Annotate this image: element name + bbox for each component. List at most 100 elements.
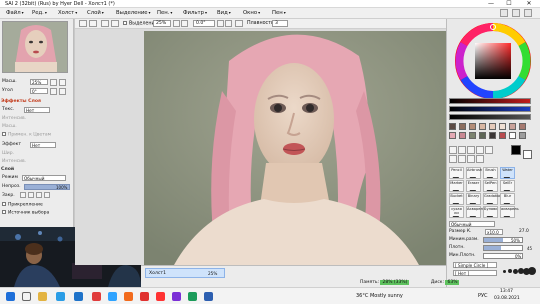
brush-tool-2-3[interactable]: Blur [500,193,515,205]
gear-icon[interactable] [476,155,484,163]
zoom-select[interactable]: 25% [153,20,171,27]
brush-tool-0-2[interactable]: Brush [483,167,498,179]
file-explorer-icon[interactable] [38,292,47,301]
palette-swatch[interactable] [519,132,526,139]
brush-tool-3-1[interactable]: Акварель [466,206,485,218]
navigator-thumbnail[interactable] [2,21,68,73]
rotate-left-button[interactable] [50,88,57,95]
brush-tool-1-0[interactable]: Marker [449,180,464,192]
rotate-ccw-icon[interactable] [217,20,224,27]
stabilizer-select[interactable]: 3 [272,20,288,27]
selection-source-checkbox[interactable] [2,210,6,214]
palette-swatch[interactable] [479,123,486,130]
maximize-button[interactable]: ☐ [502,0,516,8]
zoom-in-button[interactable] [59,79,66,86]
lock-move-icon[interactable] [36,192,42,198]
brush-size-preset[interactable] [503,269,506,273]
blend-mode-select[interactable]: Обычный [22,175,66,181]
nav-scale-field[interactable]: 25% [30,79,48,85]
angle-field[interactable]: 0.0° [193,20,215,27]
magic-wand-icon[interactable] [467,146,475,154]
palette-swatch[interactable] [459,132,466,139]
menu-pen[interactable]: Пен.▾ [157,10,172,16]
apply-colors-row[interactable]: Примен. к Цветам [2,132,51,139]
language-indicator[interactable]: РУС [478,293,488,299]
app-icon[interactable] [172,292,181,301]
lasso-tool-icon[interactable] [458,146,466,154]
nav-angle-field[interactable]: 0° [30,88,48,94]
palette-swatch[interactable] [469,132,476,139]
search-icon[interactable] [22,292,31,301]
rotate-right-button[interactable] [59,88,66,95]
brush-tool-2-0[interactable]: Bucket [449,193,464,205]
tool-blend-mode-select[interactable]: Обычный [449,221,495,227]
opera-icon[interactable] [92,292,101,301]
slider-r[interactable] [449,98,531,104]
brush-size-mult[interactable]: x10.0 [485,229,503,235]
store-icon[interactable] [74,292,83,301]
density-slider[interactable] [483,245,523,251]
palette-swatch[interactable] [509,123,516,130]
brush-tool-3-2[interactable]: Булавк [483,206,498,218]
layer-row[interactable]: Холст1 25% [145,268,225,278]
palette-swatch[interactable] [479,132,486,139]
select-tool-icon[interactable] [449,146,457,154]
lock-transparency-icon[interactable] [20,192,26,198]
brush-tool-0-3[interactable]: Water [500,167,515,179]
rotate-tool-icon[interactable] [458,155,466,163]
menu-canvas[interactable]: Холст▾ [58,10,77,16]
brush-tool-0-0[interactable]: Pencil [449,167,464,179]
menu-edit[interactable]: Ред.▾ [32,10,47,16]
yandex-icon[interactable] [156,292,165,301]
zoom-plus-icon[interactable] [181,20,188,27]
invert-selection-icon[interactable] [111,20,119,27]
opera-gx-icon[interactable] [140,292,149,301]
selection-source-row[interactable]: Источник выбора [2,210,49,217]
brush-tool-3-3[interactable]: акварель [500,206,519,218]
slider-b[interactable] [449,114,531,120]
hand-tool-icon[interactable] [467,155,475,163]
zoom-tool-icon[interactable] [449,155,457,163]
slider-g[interactable] [449,106,531,112]
menu-selection[interactable]: Выделение▾ [116,10,151,16]
palette-swatch[interactable] [519,123,526,130]
deselect-icon[interactable] [101,20,109,27]
show-selection-checkbox[interactable] [123,21,127,25]
menu-file[interactable]: Файл▾ [6,10,24,16]
brush-tool-1-3[interactable]: SelEr [500,180,515,192]
browser-icon[interactable] [124,292,133,301]
brush-texture-select[interactable]: [ Нет ] [453,270,497,276]
brush-tool-1-2[interactable]: SelPen [483,180,498,192]
palette-swatch[interactable] [449,123,456,130]
effect-select[interactable]: Нет [30,142,56,148]
layout-icon[interactable] [500,9,508,17]
color-wheel[interactable] [455,23,531,99]
brush-tool-1-1[interactable]: Eraser [466,180,481,192]
clipping-row[interactable]: Прикрепление [2,202,43,209]
rotate-cw-icon[interactable] [225,20,232,27]
start-icon[interactable] [6,292,15,301]
minimize-button[interactable]: — [484,0,498,8]
close-button[interactable]: ✕ [522,0,536,8]
clock-date[interactable]: 03.08.2021 [494,296,520,301]
texture-select[interactable]: Нет [24,107,50,113]
menu-layer[interactable]: Слой▾ [87,10,104,16]
panel-icon[interactable] [512,9,520,17]
sai-icon[interactable] [188,292,197,301]
apply-colors-checkbox[interactable] [2,132,6,136]
window-icon[interactable] [524,9,532,17]
palette-swatch[interactable] [489,132,496,139]
menu-view[interactable]: Вид▾ [217,10,231,16]
menu-filter[interactable]: Фильтр▾ [183,10,207,16]
clipping-checkbox[interactable] [2,202,6,206]
zoom-minus-icon[interactable] [173,20,180,27]
edge-icon[interactable] [56,292,65,301]
canvas-area[interactable] [75,29,446,265]
redo-icon[interactable] [89,20,97,27]
palette-swatch[interactable] [489,123,496,130]
palette-swatch[interactable] [459,123,466,130]
lock-paint-icon[interactable] [28,192,34,198]
painting-canvas[interactable] [144,31,446,265]
palette-swatch[interactable] [469,123,476,130]
brush-tool-2-1[interactable]: Binary [466,193,481,205]
